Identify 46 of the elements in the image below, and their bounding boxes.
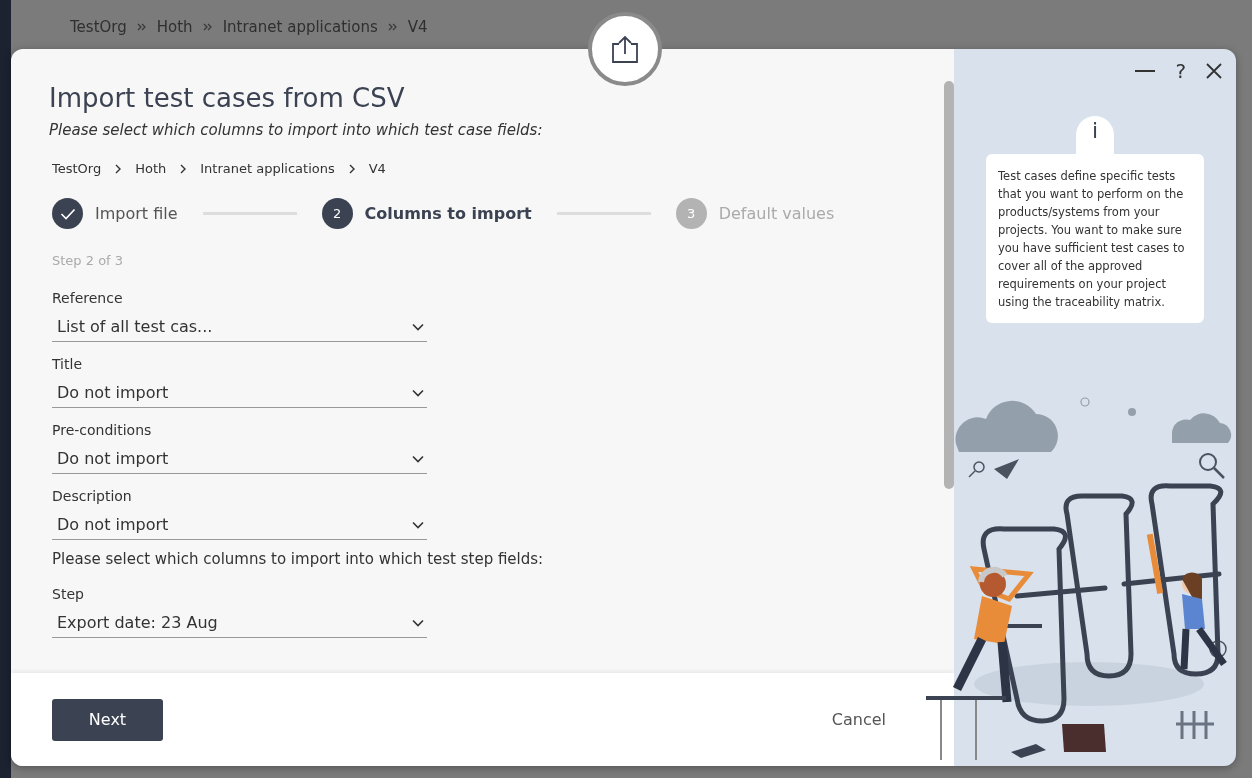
dialog-title: Import test cases from CSV [49, 83, 406, 113]
step-indicator: 3 [675, 198, 707, 229]
chevron-right-icon [347, 163, 356, 174]
chevron-down-icon [412, 454, 424, 463]
background-breadcrumb-item: Intranet applications [222, 18, 378, 36]
cancel-button[interactable]: Cancel [831, 710, 886, 729]
step-counter: Step 2 of 3 [51, 253, 125, 268]
step-label: Default values [718, 204, 835, 223]
field-label: Title [52, 356, 83, 372]
chevron-icon [136, 22, 147, 32]
field-label: Reference [52, 290, 124, 306]
step-indicator: 2 [321, 198, 353, 229]
chevron-right-icon [179, 163, 188, 174]
close-icon[interactable] [1206, 63, 1222, 79]
scrollbar[interactable] [944, 81, 954, 489]
step-label: Import file [95, 204, 178, 223]
chevron-down-icon [412, 388, 424, 397]
breadcrumb-item[interactable]: V4 [368, 161, 386, 176]
share-icon [610, 35, 640, 63]
background-breadcrumb-item: Hoth [156, 18, 193, 36]
next-button[interactable]: Next [52, 698, 163, 741]
chevron-right-icon [114, 163, 123, 174]
chevron-icon [387, 22, 398, 32]
chevron-down-icon [412, 322, 424, 331]
info-text: Test cases define specific tests that you want to perform on the products/systems from your projects. You want to make sure you have sufficient test cases to cover all of the approved requirements on your project using the traceability matrix. [986, 154, 1204, 323]
field-label: Description [52, 488, 133, 504]
dropdown-field[interactable]: Do not import [52, 444, 427, 474]
field-label: Pre-conditions [52, 422, 153, 438]
section-instruction: Please select which columns to import into which test step fields: [51, 550, 545, 568]
chevron-down-icon [412, 618, 424, 627]
background-breadcrumb-item: TestOrg [70, 18, 127, 36]
dropdown-field[interactable]: Do not import [52, 510, 427, 540]
dialog-subtitle: Please select which columns to import into which test case fields: [49, 121, 544, 139]
info-letter: i [1091, 120, 1099, 145]
chevron-icon [202, 22, 213, 32]
breadcrumb-item[interactable]: Hoth [135, 161, 167, 176]
breadcrumb-item[interactable]: TestOrg [52, 161, 102, 176]
field-label: Step [52, 586, 85, 602]
chevron-down-icon [412, 520, 424, 529]
dropdown-field[interactable]: Do not import [52, 378, 427, 408]
background-breadcrumb-item: V4 [407, 18, 428, 36]
dropdown-field[interactable]: List of all test cas... [52, 312, 427, 342]
breadcrumb-item[interactable]: Intranet applications [200, 161, 335, 176]
dropdown-field[interactable]: Export date: 23 Aug [52, 608, 427, 638]
help-button[interactable]: ? [1175, 59, 1186, 83]
step-label: Columns to import [364, 204, 532, 223]
